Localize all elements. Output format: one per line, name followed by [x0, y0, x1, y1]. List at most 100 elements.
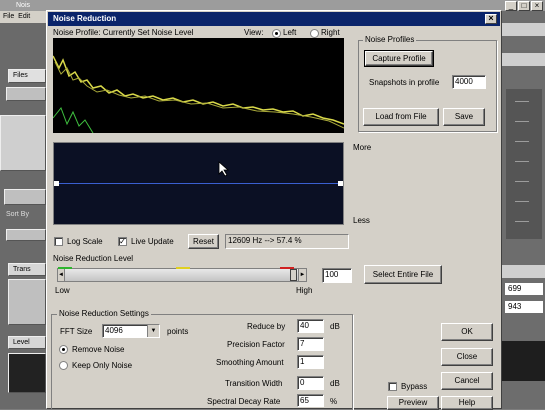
help-button[interactable]: Help	[441, 396, 493, 410]
slider-right-arrow-icon[interactable]: ►	[298, 268, 307, 282]
transport-tab-label: Trans	[13, 266, 31, 273]
live-update-checkbox[interactable]: ✓	[118, 237, 127, 246]
curve-line	[54, 183, 343, 184]
noise-profile-spectrum	[52, 38, 345, 134]
slider-thumb[interactable]	[290, 269, 297, 281]
view-right-label: Right	[321, 28, 340, 37]
noise-reduction-level-slider[interactable]: ◄ ►	[57, 267, 307, 282]
fft-size-select[interactable]: 4096 ▼	[102, 324, 160, 338]
low-label: Low	[55, 286, 70, 295]
right-tab-2[interactable]	[502, 53, 545, 66]
reduce-by-label: Reduce by	[247, 322, 286, 331]
mouse-cursor-icon	[218, 161, 230, 177]
curve-handle-right[interactable]	[338, 181, 343, 186]
right-tab-3[interactable]	[502, 265, 545, 278]
keep-only-noise-radio[interactable]	[59, 361, 68, 370]
transport-controls[interactable]	[8, 279, 46, 325]
high-label: High	[296, 286, 313, 295]
log-scale-checkbox[interactable]	[54, 237, 63, 246]
level-tab-label: Level	[13, 339, 30, 346]
toolbar-strip-3	[6, 229, 46, 241]
fft-size-label: FFT Size	[60, 327, 93, 336]
reduce-by-input[interactable]: 40	[297, 319, 324, 333]
reset-button[interactable]: Reset	[188, 234, 219, 249]
background-right-panel: 699 943	[502, 11, 545, 409]
spectrum-low-trace	[52, 107, 94, 134]
settings-title: Noise Reduction Settings	[57, 309, 151, 318]
right-display	[502, 341, 545, 381]
bypass-label: Bypass	[401, 382, 428, 391]
noise-reduction-level-label: Noise Reduction Level	[53, 254, 134, 263]
background-menubar: File Edit	[0, 11, 49, 23]
reduce-by-unit: dB	[330, 322, 340, 331]
curve-handle-left[interactable]	[54, 181, 59, 186]
capture-profile-button[interactable]: Capture Profile	[364, 50, 434, 67]
spectrum-graph	[52, 55, 345, 134]
sort-by-label: Sort By	[6, 211, 29, 218]
preview-button[interactable]: Preview	[387, 396, 439, 410]
live-update-label: Live Update	[131, 237, 174, 246]
less-label: Less	[353, 216, 370, 225]
spectral-decay-unit: %	[330, 397, 338, 406]
menu-file[interactable]: File	[3, 13, 14, 20]
right-value-2: 943	[505, 301, 543, 313]
file-list[interactable]	[0, 115, 46, 171]
spectral-decay-label: Spectral Decay Rate	[207, 397, 281, 406]
view-right-radio[interactable]	[310, 29, 319, 38]
ok-button[interactable]: OK	[441, 323, 493, 341]
noise-reduction-curve-graph[interactable]	[53, 142, 344, 225]
transport-tab[interactable]: Trans	[8, 263, 46, 276]
level-tab[interactable]: Level	[8, 336, 46, 349]
files-tab-label: Files	[13, 72, 28, 79]
keep-only-noise-label: Keep Only Noise	[72, 361, 133, 370]
frequency-readout: 12609 Hz --> 57.4 %	[225, 234, 349, 249]
transition-width-label: Transition Width	[225, 379, 283, 388]
transition-width-input[interactable]: 0	[297, 376, 324, 390]
smoothing-amount-input[interactable]: 1	[297, 355, 324, 369]
view-label: View:	[244, 28, 264, 37]
level-meter-right	[506, 89, 542, 239]
select-entire-file-button[interactable]: Select Entire File	[364, 265, 442, 284]
slider-low-marker	[58, 267, 72, 269]
background-left-panel: Files Sort By Trans Level	[0, 23, 46, 409]
transition-width-unit: dB	[330, 379, 340, 388]
slider-mid-marker	[176, 267, 190, 269]
precision-factor-label: Precision Factor	[227, 340, 285, 349]
snapshots-input[interactable]: 4000	[452, 75, 486, 89]
noise-reduction-dialog: Noise Reduction × Noise Profile: Current…	[46, 10, 502, 410]
right-tab-1[interactable]	[502, 23, 545, 36]
menu-edit[interactable]: Edit	[18, 13, 30, 20]
background-close-icon[interactable]: ×	[531, 1, 543, 11]
toolbar-strip	[6, 87, 46, 101]
close-icon[interactable]: ×	[485, 14, 497, 24]
files-tab[interactable]: Files	[8, 69, 46, 83]
close-button[interactable]: Close	[441, 348, 493, 366]
remove-noise-label: Remove Noise	[72, 345, 125, 354]
log-scale-label: Log Scale	[67, 237, 103, 246]
background-app-title: Nois	[16, 2, 31, 9]
view-left-radio[interactable]	[272, 29, 281, 38]
minimize-icon[interactable]: _	[505, 1, 517, 11]
save-button[interactable]: Save	[443, 108, 485, 126]
view-left-label: Left	[283, 28, 297, 37]
load-from-file-button[interactable]: Load from File	[363, 108, 439, 126]
dialog-title: Noise Reduction	[53, 14, 117, 23]
right-value-1: 699	[505, 283, 543, 295]
precision-factor-input[interactable]: 7	[297, 337, 324, 351]
noise-profile-label: Noise Profile: Currently Set Noise Level	[53, 28, 194, 37]
fft-size-value: 4096	[105, 326, 123, 335]
spectrum-trace-jitter	[54, 61, 345, 129]
remove-noise-radio[interactable]	[59, 345, 68, 354]
maximize-icon[interactable]: □	[518, 1, 530, 11]
points-label: points	[167, 327, 189, 336]
dialog-titlebar: Noise Reduction ×	[48, 12, 500, 26]
bypass-checkbox[interactable]	[388, 382, 397, 391]
noise-profiles-title: Noise Profiles	[363, 35, 417, 44]
noise-reduction-level-input[interactable]: 100	[322, 268, 352, 283]
chevron-down-icon[interactable]: ▼	[147, 325, 159, 337]
toolbar-strip-2	[4, 189, 46, 205]
spectral-decay-input[interactable]: 65	[297, 394, 324, 407]
cancel-button[interactable]: Cancel	[441, 372, 493, 390]
snapshots-label: Snapshots in profile	[369, 78, 440, 87]
slider-left-arrow-icon[interactable]: ◄	[57, 268, 65, 282]
